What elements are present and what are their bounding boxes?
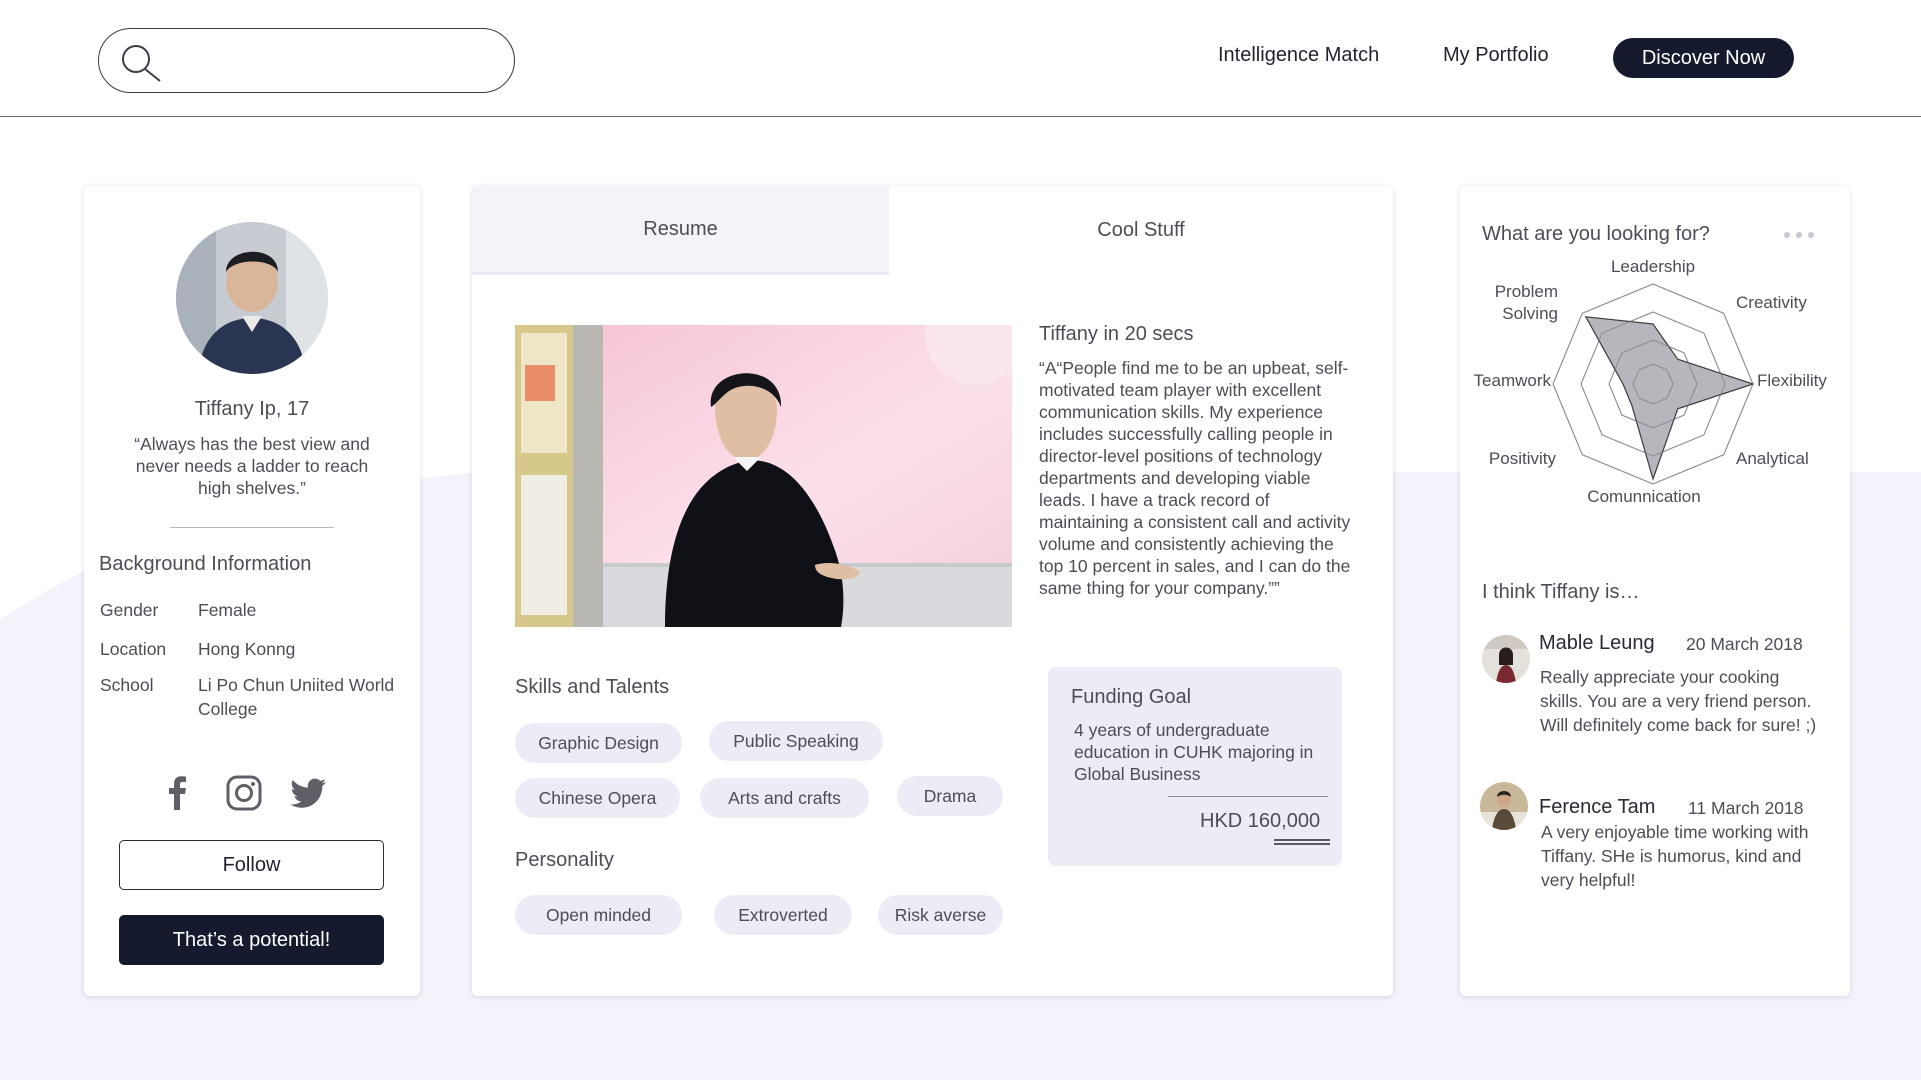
skill-chip[interactable]: Chinese Opera [515,778,680,818]
location-value: Hong Konng [198,639,296,659]
radar-axis-label: Teamwork [1474,371,1552,390]
more-options-icon[interactable] [1782,229,1816,241]
tab-cool-stuff[interactable]: Cool Stuff [889,186,1393,275]
funding-underline [1274,839,1330,841]
review-text: A very enjoyable time working with Tiffa… [1541,822,1809,890]
radar-axis-label: Comunnication [1587,487,1700,506]
gender-label: Gender [100,600,159,620]
radar-value-area [1584,316,1755,481]
personality-chip[interactable]: Open minded [515,895,682,935]
instagram-icon[interactable] [225,774,263,812]
insights-card: What are you looking for? Leadership Crea… [1460,186,1850,996]
profile-avatar[interactable] [176,222,328,374]
gender-value: Female [198,600,257,620]
school-value: Li Po Chun Uniited World College [198,675,395,719]
profile-quote: “Always has the best view and never need… [134,434,370,498]
facebook-icon[interactable] [159,774,197,812]
profile-photo [176,222,328,374]
search-icon [122,45,161,82]
profile-card: Tiffany Ip, 17 “Always has the best view… [84,186,420,996]
funding-divider [1168,796,1328,797]
profile-divider [170,527,334,528]
looking-for-title: What are you looking for? [1482,223,1710,245]
nav-my-portfolio[interactable]: My Portfolio [1443,44,1549,67]
review-text: Really appreciate your cooking skills. Y… [1540,667,1817,735]
presentation-photo [515,325,1012,627]
review-date: 11 March 2018 [1688,798,1804,818]
header-divider [0,116,1921,117]
location-label: Location [100,639,167,659]
profile-name: Tiffany Ip, 17 [194,398,310,420]
reviewer-avatar[interactable] [1482,635,1530,683]
skills-title: Skills and Talents [515,676,670,698]
radar-axis-label: Problem Solving [1495,282,1558,323]
discover-now-button[interactable]: Discover Now [1613,38,1794,78]
follow-button[interactable]: Follow [119,840,384,890]
tab-resume[interactable]: Resume [472,186,889,275]
personality-chip[interactable]: Extroverted [714,895,852,935]
potential-button[interactable]: That’s a potential! [119,915,384,965]
funding-title: Funding Goal [1071,686,1192,708]
skill-chip[interactable]: Arts and crafts [700,778,869,818]
funding-description: 4 years of undergraduate education in CU… [1074,720,1314,784]
radar-axis-label: Flexibility [1757,371,1827,390]
intro-title: Tiffany in 20 secs [1039,323,1194,345]
twitter-icon[interactable] [290,774,328,812]
personality-chip[interactable]: Risk averse [878,895,1003,935]
personality-title: Personality [515,849,614,871]
funding-underline [1274,843,1330,845]
radar-axis-label: Creativity [1736,293,1807,312]
intro-text: “A“People find me to be an upbeat, self-… [1039,358,1351,598]
resume-card: Resume Cool Stuff Tiffany in 20 secs “A“… [472,186,1393,996]
search-input[interactable] [171,41,491,81]
nav-intelligence-match[interactable]: Intelligence Match [1218,44,1379,67]
skill-chip[interactable]: Drama [897,776,1003,816]
funding-amount: HKD 160,000 [1200,810,1321,832]
top-nav-bar: Intelligence Match My Portfolio Discover… [0,0,1921,117]
search-bar[interactable] [98,28,515,93]
reviews-title: I think Tiffany is… [1482,581,1640,603]
background-info-title: Background Information [99,553,312,575]
radar-axis-label: Analytical [1736,449,1809,468]
reviewer-name[interactable]: Ference Tam [1539,796,1655,819]
reviewer-name[interactable]: Mable Leung [1539,632,1655,655]
skill-chip[interactable]: Graphic Design [515,723,682,763]
radar-axis-label: Leadership [1611,257,1695,276]
reviewer-avatar[interactable] [1480,782,1528,830]
skill-chip[interactable]: Public Speaking [709,721,883,761]
radar-axis-label: Positivity [1489,449,1557,468]
radar-chart: Leadership Creativity Flexibility Analytica… [1474,257,1828,506]
review-date: 20 March 2018 [1686,634,1803,654]
school-label: School [100,675,154,695]
funding-goal-box: Funding Goal 4 years of undergraduate ed… [1048,667,1342,866]
